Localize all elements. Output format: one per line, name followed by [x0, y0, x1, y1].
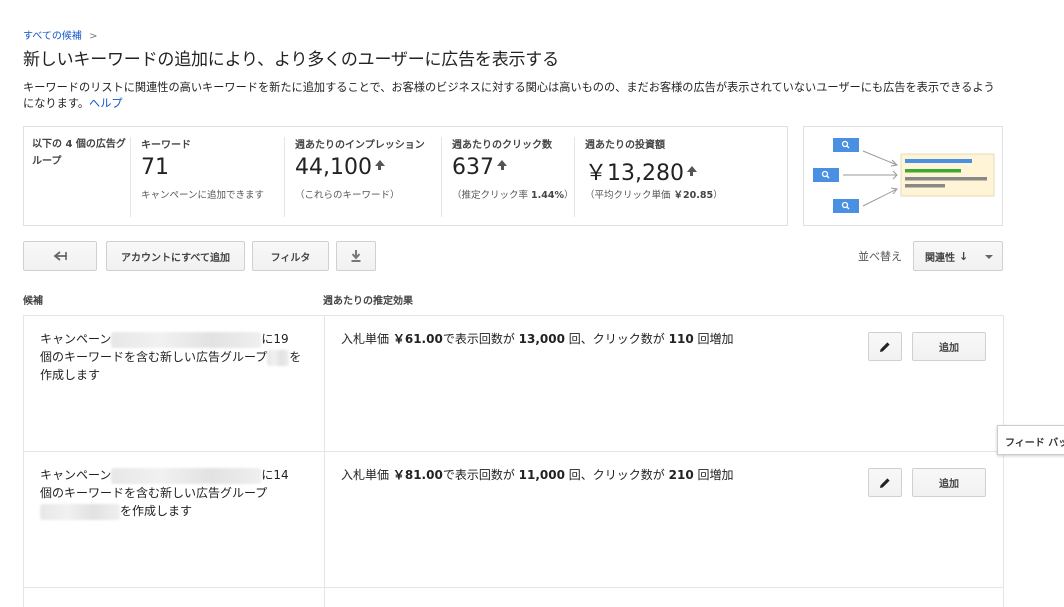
pencil-icon: [880, 477, 890, 488]
sort-dropdown[interactable]: 関連性 ↓: [913, 241, 1003, 271]
feedback-button[interactable]: フィード バック: [997, 425, 1064, 455]
filter-button[interactable]: フィルタ: [252, 241, 329, 271]
search-icon: [833, 138, 859, 152]
arrow-icon: [843, 150, 899, 207]
candidate-text: キャンペーン に19 個のキーワードを含む新しい広告グループ を作成します: [40, 331, 302, 382]
stat-keywords-label: キーワード: [141, 140, 191, 151]
search-icon: [813, 168, 839, 182]
help-link[interactable]: ヘルプ: [89, 97, 123, 110]
stat-cost-label: 週あたりの投資額: [585, 140, 665, 151]
stat-cost-sub: （平均クリック単価 ￥20.85）: [585, 187, 723, 201]
stat-clicks-value-wrap: 637: [452, 155, 507, 180]
stat-clicks-label: 週あたりのクリック数: [452, 140, 552, 151]
download-button[interactable]: [336, 241, 376, 271]
cpc-label: （平均クリック単価: [585, 190, 671, 201]
stat-impressions-label: 週あたりのインプレッション: [295, 140, 425, 151]
divider: [324, 588, 325, 607]
estimated-effect: 入札単価 ￥61.00で表示回数が 13,000 回、クリック数が 110 回増…: [341, 332, 734, 346]
divider: [284, 137, 285, 217]
chevron-down-icon: [985, 255, 993, 259]
table-row: キャンペーン に14 個のキーワードを含む新しい広告グループを作成します 入札単価…: [23, 451, 1004, 588]
keywords-illustration: [803, 126, 1003, 226]
search-icon: [833, 199, 859, 213]
divider: [441, 137, 442, 217]
column-header-effect: 週あたりの推定効果: [323, 296, 413, 307]
divider: [324, 316, 325, 451]
divider: [130, 137, 131, 217]
table-row: キャンペーン に19 個のキーワードを含む新しい広告グループ を作成します 入札単価…: [23, 315, 1004, 452]
stat-keywords-value: 71: [141, 155, 169, 180]
column-header-candidate: 候補: [23, 296, 43, 307]
ctr-suffix: ）: [564, 190, 574, 201]
breadcrumb: すべての候補 >: [23, 27, 97, 42]
stat-cost-value-wrap: ￥13,280: [585, 155, 697, 187]
ctr-value: 1.44%: [531, 190, 565, 201]
stat-impressions-sub: （これらのキーワード）: [295, 190, 400, 201]
stat-clicks-sub: （推定クリック率 1.44%）: [452, 187, 574, 201]
add-all-button[interactable]: アカウントにすべて追加: [106, 241, 245, 271]
stat-clicks-value: 637: [452, 155, 494, 180]
redacted-campaign-name: [111, 467, 262, 484]
ad-preview-icon: [900, 153, 995, 197]
stat-impressions-value: 44,100: [295, 155, 372, 180]
redacted-ad-group-name: [267, 349, 290, 366]
estimated-effect: 入札単価 ￥81.00で表示回数が 11,000 回、クリック数が 210 回増…: [341, 468, 734, 482]
sort-label: 並べ替え: [858, 250, 902, 263]
cpc-suffix: ）: [713, 190, 723, 201]
stats-summary: 以下の 4 個の広告グループ キーワード 71 キャンペーンに追加できます 週あ…: [23, 126, 788, 226]
redacted-campaign-name: [111, 331, 262, 348]
add-button[interactable]: 追加: [912, 332, 986, 361]
arrow-up-icon: [374, 160, 385, 170]
sort-value: 関連性: [925, 252, 955, 264]
description: キーワードのリストに関連性の高いキーワードを新たに追加することで、お客様のビジネ…: [23, 80, 1003, 112]
edit-button[interactable]: [868, 468, 902, 497]
add-button[interactable]: 追加: [912, 468, 986, 497]
arrow-up-icon: [686, 166, 697, 176]
edit-button[interactable]: [868, 332, 902, 361]
ad-group-count-label: 以下の 4 個の広告グループ: [32, 139, 126, 167]
search-to-ad-illustration: [813, 138, 995, 213]
back-button[interactable]: [23, 241, 97, 271]
page-title: 新しいキーワードの追加により、より多くのユーザーに広告を表示する: [23, 50, 559, 70]
arrow-up-icon: [497, 160, 507, 170]
table-row: [23, 587, 1004, 607]
sort-direction-down-icon: ↓: [959, 249, 969, 263]
breadcrumb-all-candidates-link[interactable]: すべての候補: [23, 31, 82, 42]
pencil-icon: [880, 341, 890, 352]
stat-keywords-sub: キャンペーンに追加できます: [141, 190, 265, 201]
back-arrow-icon: [53, 251, 67, 261]
divider: [324, 452, 325, 587]
ctr-label: （推定クリック率: [452, 190, 529, 201]
divider: [574, 137, 575, 217]
breadcrumb-separator: >: [89, 31, 98, 42]
description-text: キーワードのリストに関連性の高いキーワードを新たに追加することで、お客様のビジネ…: [23, 81, 995, 110]
candidate-text: キャンペーン に14 個のキーワードを含む新しい広告グループを作成します: [40, 467, 289, 520]
redacted-ad-group-name: [40, 503, 120, 520]
stat-impressions-value-wrap: 44,100: [295, 155, 385, 180]
cpc-value: ￥20.85: [673, 190, 714, 201]
download-icon: [351, 250, 361, 262]
stat-cost-value: ￥13,280: [585, 161, 684, 186]
